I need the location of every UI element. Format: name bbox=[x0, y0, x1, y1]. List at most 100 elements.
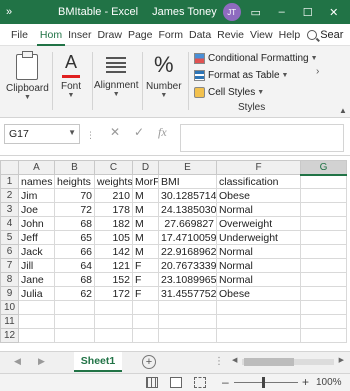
sheet-tab-sheet1[interactable]: Sheet1 bbox=[74, 352, 122, 372]
cell[interactable]: Joe bbox=[18, 202, 55, 217]
formula-bar-grip-icon[interactable]: ⋮ bbox=[86, 130, 96, 141]
cell[interactable]: 20.76733398 bbox=[158, 258, 217, 273]
column-header[interactable]: G bbox=[300, 160, 347, 176]
cell[interactable] bbox=[18, 300, 55, 315]
cell[interactable] bbox=[300, 286, 347, 301]
select-all-button[interactable] bbox=[0, 160, 19, 175]
page-break-view-icon[interactable] bbox=[194, 377, 206, 388]
maximize-button[interactable]: ☐ bbox=[297, 6, 319, 19]
scroll-left-arrow-icon[interactable]: ◀ bbox=[232, 356, 237, 364]
cell[interactable]: Underweight bbox=[216, 230, 301, 245]
cell[interactable]: 30.12857143 bbox=[158, 188, 217, 203]
cell[interactable]: classification bbox=[216, 174, 301, 189]
zoom-level[interactable]: 100% bbox=[316, 377, 342, 388]
cell[interactable]: 23.10899654 bbox=[158, 272, 217, 287]
cell[interactable]: Obese bbox=[216, 286, 301, 301]
cell[interactable]: 182 bbox=[94, 216, 133, 231]
cell[interactable] bbox=[300, 188, 347, 203]
format-as-table-button[interactable]: Format as Table ▼ bbox=[194, 67, 318, 84]
row-header[interactable]: 2 bbox=[0, 188, 19, 203]
tab-insert[interactable]: Inser bbox=[65, 24, 94, 46]
cell[interactable]: M bbox=[132, 216, 159, 231]
row-header[interactable]: 4 bbox=[0, 216, 19, 231]
zoom-out-button[interactable]: – bbox=[222, 375, 229, 389]
tab-formulas[interactable]: Form bbox=[155, 24, 186, 46]
cell[interactable]: Jim bbox=[18, 188, 55, 203]
tab-data[interactable]: Data bbox=[186, 24, 214, 46]
cell[interactable]: 68 bbox=[54, 216, 95, 231]
tab-file[interactable]: File bbox=[8, 24, 31, 46]
cell[interactable]: F bbox=[132, 258, 159, 273]
cell[interactable] bbox=[94, 300, 133, 315]
column-header[interactable]: C bbox=[94, 160, 133, 175]
cell[interactable] bbox=[132, 314, 159, 329]
ribbon-scroll-right-icon[interactable]: › bbox=[316, 66, 319, 77]
cell[interactable]: MorF bbox=[132, 174, 159, 189]
cell[interactable]: Jill bbox=[18, 258, 55, 273]
cell[interactable]: 17.47100592 bbox=[158, 230, 217, 245]
row-header[interactable]: 6 bbox=[0, 244, 19, 259]
cell[interactable]: weights bbox=[94, 174, 133, 189]
cell[interactable] bbox=[54, 300, 95, 315]
cell[interactable]: heights bbox=[54, 174, 95, 189]
cell[interactable]: M bbox=[132, 188, 159, 203]
column-header[interactable]: F bbox=[216, 160, 301, 175]
zoom-slider[interactable] bbox=[234, 382, 298, 383]
tell-me-search[interactable]: Sear bbox=[307, 29, 343, 41]
cell[interactable] bbox=[300, 216, 347, 231]
cell[interactable]: Jane bbox=[18, 272, 55, 287]
chevron-down-icon[interactable]: ▼ bbox=[68, 128, 76, 137]
row-header[interactable]: 12 bbox=[0, 328, 19, 343]
cell[interactable] bbox=[132, 328, 159, 343]
row-header[interactable]: 1 bbox=[0, 174, 19, 189]
cell[interactable] bbox=[300, 272, 347, 287]
cell[interactable] bbox=[54, 328, 95, 343]
avatar[interactable]: JT bbox=[222, 3, 241, 21]
cell[interactable]: M bbox=[132, 244, 159, 259]
column-header[interactable]: D bbox=[132, 160, 159, 175]
cell[interactable]: 68 bbox=[54, 272, 95, 287]
cell[interactable] bbox=[18, 328, 55, 343]
tab-review[interactable]: Revie bbox=[214, 24, 247, 46]
column-header[interactable]: A bbox=[18, 160, 55, 175]
row-header[interactable]: 5 bbox=[0, 230, 19, 245]
cell[interactable] bbox=[94, 328, 133, 343]
cell[interactable]: Normal bbox=[216, 258, 301, 273]
cell[interactable] bbox=[300, 230, 347, 245]
scroll-right-arrow-icon[interactable]: ▶ bbox=[339, 356, 344, 364]
cell[interactable]: Overweight bbox=[216, 216, 301, 231]
cell[interactable] bbox=[18, 314, 55, 329]
cell[interactable] bbox=[300, 174, 347, 189]
cell[interactable]: John bbox=[18, 216, 55, 231]
horizontal-scrollbar[interactable]: ◀ ▶ bbox=[232, 356, 344, 366]
add-sheet-button[interactable]: + bbox=[142, 355, 156, 369]
cell[interactable]: F bbox=[132, 272, 159, 287]
quick-access-chevron-icon[interactable]: » bbox=[0, 6, 18, 18]
cell[interactable]: Normal bbox=[216, 202, 301, 217]
tab-page-layout[interactable]: Page bbox=[125, 24, 156, 46]
cell[interactable]: 62 bbox=[54, 286, 95, 301]
tab-draw[interactable]: Draw bbox=[94, 24, 125, 46]
cancel-icon[interactable]: ✕ bbox=[110, 125, 120, 139]
cell-styles-button[interactable]: Cell Styles ▼ bbox=[194, 84, 318, 101]
cell[interactable]: 27.669827 bbox=[158, 216, 217, 231]
user-name[interactable]: James Toney bbox=[152, 6, 217, 18]
cell[interactable]: 72 bbox=[54, 202, 95, 217]
minimize-button[interactable]: – bbox=[271, 6, 293, 18]
cell[interactable] bbox=[158, 328, 217, 343]
cell[interactable] bbox=[300, 300, 347, 315]
row-header[interactable]: 3 bbox=[0, 202, 19, 217]
cell[interactable]: F bbox=[132, 286, 159, 301]
column-header[interactable]: B bbox=[54, 160, 95, 175]
cell[interactable] bbox=[300, 328, 347, 343]
cell[interactable] bbox=[158, 314, 217, 329]
normal-view-icon[interactable] bbox=[146, 377, 158, 388]
tab-view[interactable]: View bbox=[247, 24, 276, 46]
cell[interactable]: 121 bbox=[94, 258, 133, 273]
enter-icon[interactable]: ✓ bbox=[134, 125, 144, 139]
cell[interactable]: Jack bbox=[18, 244, 55, 259]
row-header[interactable]: 9 bbox=[0, 286, 19, 301]
cell[interactable]: Julia bbox=[18, 286, 55, 301]
formula-input[interactable] bbox=[180, 124, 344, 152]
cell[interactable]: 142 bbox=[94, 244, 133, 259]
